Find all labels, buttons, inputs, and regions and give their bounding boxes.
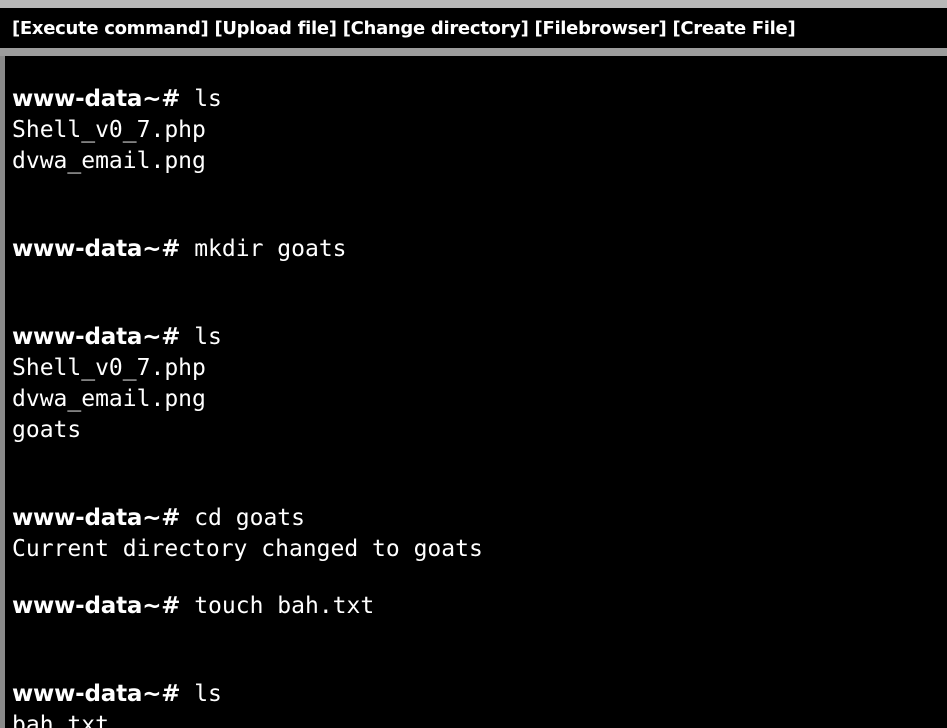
- upload-file-link[interactable]: [Upload file]: [214, 18, 337, 39]
- web-shell-window: [Execute command] [Upload file] [Change …: [0, 0, 947, 728]
- output-line: dvwa_email.png: [12, 386, 206, 412]
- console-entry: www-data~# ls Shell_v0_7.php dvwa_email.…: [12, 84, 942, 177]
- output-line: Shell_v0_7.php: [12, 117, 206, 143]
- command-line: www-data~# ls: [12, 84, 942, 115]
- console-entry: www-data~# cd goats Current directory ch…: [12, 503, 942, 565]
- console-entry: www-data~# ls Shell_v0_7.php dvwa_email.…: [12, 322, 942, 446]
- shell-prompt: www-data~#: [12, 324, 181, 350]
- create-file-link[interactable]: [Create File]: [672, 18, 795, 39]
- command-text: ls: [194, 86, 222, 112]
- output-line: Shell_v0_7.php: [12, 355, 206, 381]
- command-line: www-data~# mkdir goats: [12, 234, 942, 265]
- shell-prompt: www-data~#: [12, 86, 181, 112]
- command-output-console: www-data~# ls Shell_v0_7.php dvwa_email.…: [12, 56, 942, 728]
- command-line: www-data~# ls: [12, 322, 942, 353]
- output-line: dvwa_email.png: [12, 148, 206, 174]
- shell-prompt: www-data~#: [12, 593, 181, 619]
- command-line: www-data~# ls: [12, 679, 942, 710]
- command-text: ls: [194, 681, 222, 707]
- console-entry: www-data~# ls bah.txt: [12, 679, 942, 728]
- shell-prompt: www-data~#: [12, 236, 181, 262]
- output-line: goats: [12, 417, 82, 443]
- output-line: Current directory changed to goats: [12, 536, 483, 562]
- output-line: bah.txt: [12, 712, 109, 728]
- command-text: ls: [194, 324, 222, 350]
- console-entry: www-data~# mkdir goats: [12, 234, 942, 265]
- shell-prompt: www-data~#: [12, 505, 181, 531]
- change-directory-link[interactable]: [Change directory]: [343, 18, 529, 39]
- shell-menu-bar: [Execute command] [Upload file] [Change …: [0, 0, 947, 56]
- shell-prompt: www-data~#: [12, 681, 181, 707]
- command-line: www-data~# cd goats: [12, 503, 942, 534]
- command-line: www-data~# touch bah.txt: [12, 591, 942, 622]
- console-left-border: [0, 56, 5, 728]
- execute-command-link[interactable]: [Execute command]: [12, 18, 209, 39]
- command-text: cd goats: [194, 505, 305, 531]
- command-text: touch bah.txt: [194, 593, 375, 619]
- filebrowser-link[interactable]: [Filebrowser]: [535, 18, 667, 39]
- console-entry: www-data~# touch bah.txt: [12, 591, 942, 622]
- command-text: mkdir goats: [194, 236, 347, 262]
